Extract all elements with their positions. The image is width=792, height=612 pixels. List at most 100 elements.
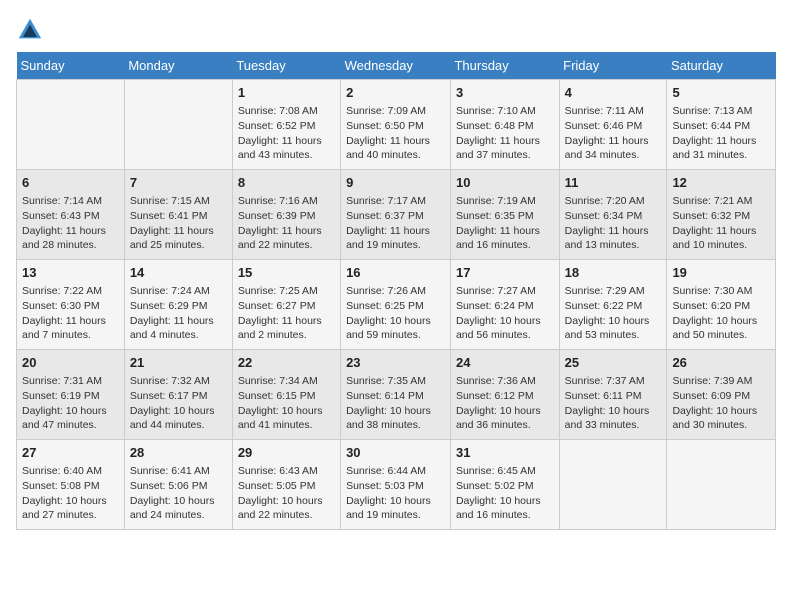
- day-number: 3: [456, 84, 554, 102]
- calendar-cell: [667, 440, 776, 530]
- day-info: Sunrise: 7:26 AM Sunset: 6:25 PM Dayligh…: [346, 284, 445, 343]
- day-info: Sunrise: 7:19 AM Sunset: 6:35 PM Dayligh…: [456, 194, 554, 253]
- day-number: 12: [672, 174, 770, 192]
- header-day-saturday: Saturday: [667, 52, 776, 80]
- day-number: 4: [565, 84, 662, 102]
- day-info: Sunrise: 7:16 AM Sunset: 6:39 PM Dayligh…: [238, 194, 335, 253]
- day-number: 29: [238, 444, 335, 462]
- day-number: 9: [346, 174, 445, 192]
- calendar-cell: 17 Sunrise: 7:27 AM Sunset: 6:24 PM Dayli…: [450, 260, 559, 350]
- calendar-cell: 12Sunrise: 7:21 AM Sunset: 6:32 PM Dayli…: [667, 170, 776, 260]
- week-row-4: 20 Sunrise: 7:31 AM Sunset: 6:19 PM Dayli…: [17, 350, 776, 440]
- week-row-5: 27 Sunrise: 6:40 AM Sunset: 5:08 PM Dayli…: [17, 440, 776, 530]
- calendar-cell: 5 Sunrise: 7:13 AM Sunset: 6:44 PM Daylig…: [667, 80, 776, 170]
- header-day-monday: Monday: [124, 52, 232, 80]
- week-row-3: 13 Sunrise: 7:22 AM Sunset: 6:30 PM Dayli…: [17, 260, 776, 350]
- calendar-cell: 29 Sunrise: 6:43 AM Sunset: 5:05 PM Dayli…: [232, 440, 340, 530]
- day-info: Sunrise: 7:15 AM Sunset: 6:41 PM Dayligh…: [130, 194, 227, 253]
- calendar-cell: 8 Sunrise: 7:16 AM Sunset: 6:39 PM Daylig…: [232, 170, 340, 260]
- day-number: 5: [672, 84, 770, 102]
- calendar-cell: 22 Sunrise: 7:34 AM Sunset: 6:15 PM Dayli…: [232, 350, 340, 440]
- calendar-cell: 27 Sunrise: 6:40 AM Sunset: 5:08 PM Dayli…: [17, 440, 125, 530]
- day-info: Sunrise: 6:45 AM Sunset: 5:02 PM Dayligh…: [456, 464, 554, 523]
- page-header: [16, 16, 776, 44]
- day-number: 25: [565, 354, 662, 372]
- day-info: Sunrise: 7:10 AM Sunset: 6:48 PM Dayligh…: [456, 104, 554, 163]
- day-number: 6: [22, 174, 119, 192]
- day-number: 2: [346, 84, 445, 102]
- logo: [16, 16, 48, 44]
- calendar-cell: 9 Sunrise: 7:17 AM Sunset: 6:37 PM Daylig…: [341, 170, 451, 260]
- calendar-cell: 10 Sunrise: 7:19 AM Sunset: 6:35 PM Dayli…: [450, 170, 559, 260]
- day-info: Sunrise: 7:30 AM Sunset: 6:20 PM Dayligh…: [672, 284, 770, 343]
- day-number: 31: [456, 444, 554, 462]
- logo-icon: [16, 16, 44, 44]
- day-info: Sunrise: 7:24 AM Sunset: 6:29 PM Dayligh…: [130, 284, 227, 343]
- day-number: 15: [238, 264, 335, 282]
- day-number: 13: [22, 264, 119, 282]
- day-number: 18: [565, 264, 662, 282]
- day-number: 11: [565, 174, 662, 192]
- calendar-cell: 16 Sunrise: 7:26 AM Sunset: 6:25 PM Dayli…: [341, 260, 451, 350]
- day-number: 14: [130, 264, 227, 282]
- day-number: 19: [672, 264, 770, 282]
- calendar-cell: 2Sunrise: 7:09 AM Sunset: 6:50 PM Daylig…: [341, 80, 451, 170]
- day-info: Sunrise: 7:13 AM Sunset: 6:44 PM Dayligh…: [672, 104, 770, 163]
- day-number: 21: [130, 354, 227, 372]
- day-info: Sunrise: 6:43 AM Sunset: 5:05 PM Dayligh…: [238, 464, 335, 523]
- calendar-cell: [17, 80, 125, 170]
- calendar-cell: 14 Sunrise: 7:24 AM Sunset: 6:29 PM Dayli…: [124, 260, 232, 350]
- day-info: Sunrise: 7:08 AM Sunset: 6:52 PM Dayligh…: [238, 104, 335, 163]
- calendar-cell: 30Sunrise: 6:44 AM Sunset: 5:03 PM Dayli…: [341, 440, 451, 530]
- calendar-cell: 3 Sunrise: 7:10 AM Sunset: 6:48 PM Daylig…: [450, 80, 559, 170]
- day-number: 1: [238, 84, 335, 102]
- calendar-cell: 15Sunrise: 7:25 AM Sunset: 6:27 PM Dayli…: [232, 260, 340, 350]
- calendar-cell: 21 Sunrise: 7:32 AM Sunset: 6:17 PM Dayli…: [124, 350, 232, 440]
- calendar-cell: 26 Sunrise: 7:39 AM Sunset: 6:09 PM Dayli…: [667, 350, 776, 440]
- header-row: SundayMondayTuesdayWednesdayThursdayFrid…: [17, 52, 776, 80]
- header-day-sunday: Sunday: [17, 52, 125, 80]
- day-number: 30: [346, 444, 445, 462]
- day-number: 22: [238, 354, 335, 372]
- day-info: Sunrise: 7:35 AM Sunset: 6:14 PM Dayligh…: [346, 374, 445, 433]
- day-number: 7: [130, 174, 227, 192]
- day-info: Sunrise: 7:37 AM Sunset: 6:11 PM Dayligh…: [565, 374, 662, 433]
- day-number: 16: [346, 264, 445, 282]
- day-info: Sunrise: 7:14 AM Sunset: 6:43 PM Dayligh…: [22, 194, 119, 253]
- header-day-wednesday: Wednesday: [341, 52, 451, 80]
- day-info: Sunrise: 7:29 AM Sunset: 6:22 PM Dayligh…: [565, 284, 662, 343]
- week-row-1: 1 Sunrise: 7:08 AM Sunset: 6:52 PM Daylig…: [17, 80, 776, 170]
- day-number: 28: [130, 444, 227, 462]
- calendar-cell: 20 Sunrise: 7:31 AM Sunset: 6:19 PM Dayli…: [17, 350, 125, 440]
- week-row-2: 6 Sunrise: 7:14 AM Sunset: 6:43 PM Daylig…: [17, 170, 776, 260]
- day-info: Sunrise: 6:41 AM Sunset: 5:06 PM Dayligh…: [130, 464, 227, 523]
- day-number: 20: [22, 354, 119, 372]
- calendar-cell: 7 Sunrise: 7:15 AM Sunset: 6:41 PM Daylig…: [124, 170, 232, 260]
- calendar-cell: [124, 80, 232, 170]
- day-info: Sunrise: 7:20 AM Sunset: 6:34 PM Dayligh…: [565, 194, 662, 253]
- calendar-cell: 11 Sunrise: 7:20 AM Sunset: 6:34 PM Dayli…: [559, 170, 667, 260]
- day-number: 26: [672, 354, 770, 372]
- day-info: Sunrise: 7:34 AM Sunset: 6:15 PM Dayligh…: [238, 374, 335, 433]
- calendar-cell: 4Sunrise: 7:11 AM Sunset: 6:46 PM Daylig…: [559, 80, 667, 170]
- day-info: Sunrise: 7:39 AM Sunset: 6:09 PM Dayligh…: [672, 374, 770, 433]
- calendar-cell: 24Sunrise: 7:36 AM Sunset: 6:12 PM Dayli…: [450, 350, 559, 440]
- calendar-cell: 28 Sunrise: 6:41 AM Sunset: 5:06 PM Dayli…: [124, 440, 232, 530]
- calendar-cell: [559, 440, 667, 530]
- header-day-friday: Friday: [559, 52, 667, 80]
- day-info: Sunrise: 7:22 AM Sunset: 6:30 PM Dayligh…: [22, 284, 119, 343]
- day-info: Sunrise: 7:32 AM Sunset: 6:17 PM Dayligh…: [130, 374, 227, 433]
- header-day-thursday: Thursday: [450, 52, 559, 80]
- day-number: 27: [22, 444, 119, 462]
- calendar-cell: 23 Sunrise: 7:35 AM Sunset: 6:14 PM Dayli…: [341, 350, 451, 440]
- day-number: 17: [456, 264, 554, 282]
- day-info: Sunrise: 7:17 AM Sunset: 6:37 PM Dayligh…: [346, 194, 445, 253]
- day-number: 10: [456, 174, 554, 192]
- day-number: 8: [238, 174, 335, 192]
- calendar-cell: 1 Sunrise: 7:08 AM Sunset: 6:52 PM Daylig…: [232, 80, 340, 170]
- day-number: 23: [346, 354, 445, 372]
- calendar-cell: 25 Sunrise: 7:37 AM Sunset: 6:11 PM Dayli…: [559, 350, 667, 440]
- day-info: Sunrise: 6:40 AM Sunset: 5:08 PM Dayligh…: [22, 464, 119, 523]
- day-info: Sunrise: 7:27 AM Sunset: 6:24 PM Dayligh…: [456, 284, 554, 343]
- day-info: Sunrise: 7:31 AM Sunset: 6:19 PM Dayligh…: [22, 374, 119, 433]
